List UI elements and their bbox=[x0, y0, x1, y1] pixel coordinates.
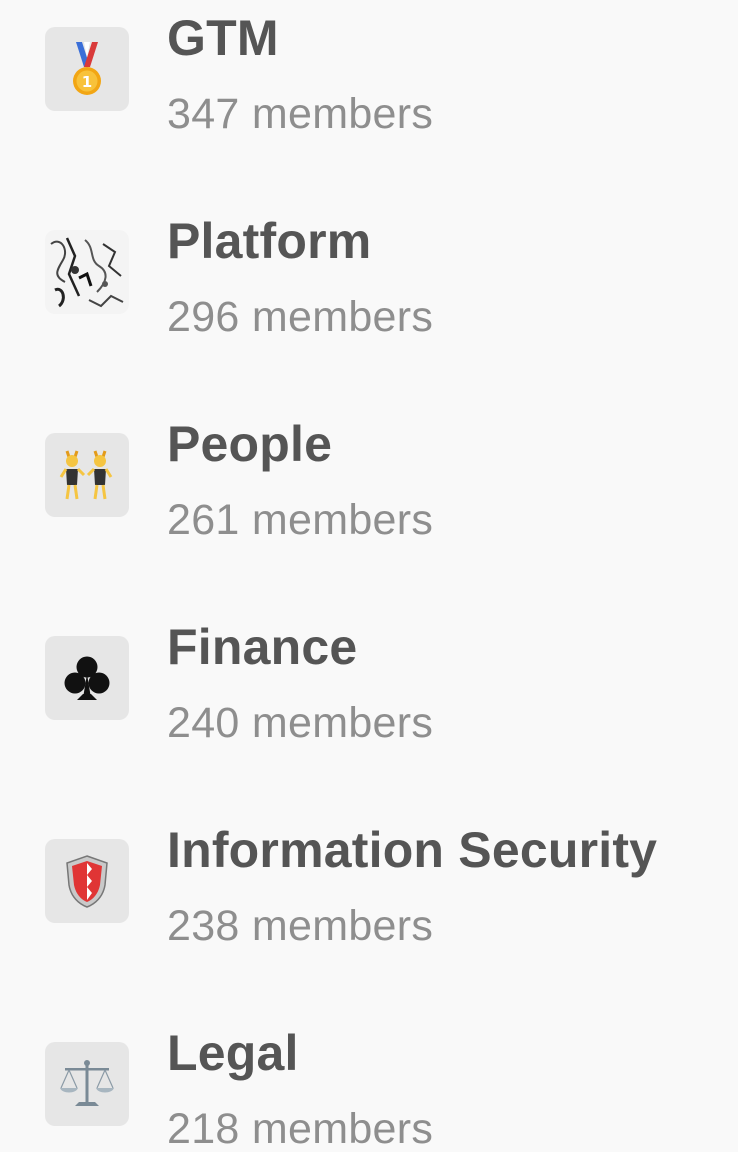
channel-name: Legal bbox=[167, 1025, 299, 1081]
member-count: 296 members bbox=[167, 293, 434, 341]
channel-list: 1 GTM 347 members Platform 296 members P… bbox=[0, 0, 738, 1152]
member-count: 347 members bbox=[167, 90, 434, 138]
svg-text:1: 1 bbox=[82, 73, 92, 91]
channel-row-gtm[interactable]: 1 GTM 347 members bbox=[0, 0, 738, 150]
channel-row-legal[interactable]: Legal 218 members bbox=[0, 1015, 738, 1152]
shield-icon bbox=[45, 839, 129, 923]
scales-icon bbox=[45, 1042, 129, 1126]
channel-name: Information Security bbox=[167, 822, 658, 878]
channel-row-finance[interactable]: Finance 240 members bbox=[0, 609, 738, 759]
channel-name: Finance bbox=[167, 619, 358, 675]
member-count: 218 members bbox=[167, 1105, 434, 1152]
channel-row-people[interactable]: People 261 members bbox=[0, 406, 738, 556]
member-count: 240 members bbox=[167, 699, 434, 747]
channel-name: GTM bbox=[167, 10, 279, 66]
member-count: 261 members bbox=[167, 496, 434, 544]
member-count: 238 members bbox=[167, 902, 434, 950]
dancers-icon bbox=[45, 433, 129, 517]
medal-icon: 1 bbox=[45, 27, 129, 111]
channel-name: Platform bbox=[167, 213, 372, 269]
sketch-art-icon bbox=[45, 230, 129, 314]
channel-name: People bbox=[167, 416, 333, 472]
channel-row-platform[interactable]: Platform 296 members bbox=[0, 203, 738, 353]
channel-row-information-security[interactable]: Information Security 238 members bbox=[0, 812, 738, 962]
club-suit-icon bbox=[45, 636, 129, 720]
